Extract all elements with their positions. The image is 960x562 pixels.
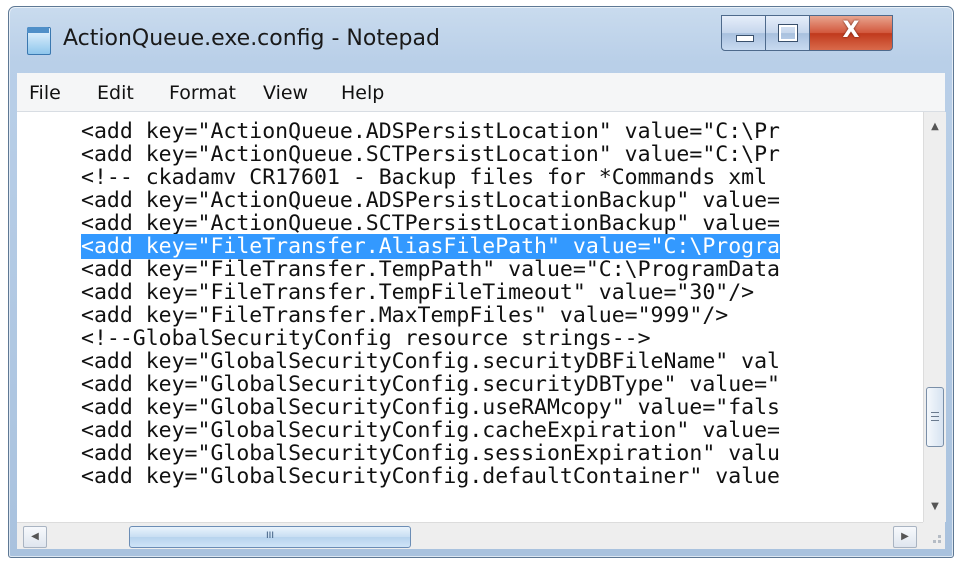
text-line: <add key="ActionQueue.SCTPersistLocation… bbox=[17, 143, 780, 166]
scroll-down-arrow-icon[interactable]: ▼ bbox=[924, 496, 946, 518]
title-bar[interactable]: ActionQueue.exe.config - Notepad X bbox=[9, 7, 953, 73]
menu-bar: File Edit Format View Help bbox=[17, 73, 945, 112]
grip-dot bbox=[938, 535, 941, 538]
minimize-button[interactable] bbox=[721, 15, 767, 51]
menu-view[interactable]: View bbox=[263, 82, 308, 104]
menu-edit[interactable]: Edit bbox=[97, 82, 134, 104]
scroll-left-arrow-icon[interactable]: ◀ bbox=[23, 526, 47, 548]
grip-dot bbox=[938, 540, 941, 543]
line-text: <!-- ckadamv CR17601 - Backup files for … bbox=[81, 165, 768, 190]
text-line: <add key="GlobalSecurityConfig.securityD… bbox=[17, 350, 780, 373]
line-text: <add key="ActionQueue.ADSPersistLocation… bbox=[81, 188, 780, 213]
text-line: <!-- ckadamv CR17601 - Backup files for … bbox=[17, 166, 767, 189]
horizontal-scrollbar[interactable]: ◀ III ▶ bbox=[17, 522, 923, 549]
line-text: <!--GlobalSecurityConfig resource string… bbox=[81, 326, 651, 351]
text-line: <add key="GlobalSecurityConfig.defaultCo… bbox=[17, 465, 780, 488]
scroll-up-arrow-icon[interactable]: ▲ bbox=[924, 116, 946, 138]
line-text: <add key="GlobalSecurityConfig.defaultCo… bbox=[81, 464, 780, 489]
resize-grip[interactable] bbox=[923, 522, 945, 549]
text-line: <add key="GlobalSecurityConfig.useRAMcop… bbox=[17, 396, 780, 419]
text-line: <add key="ActionQueue.SCTPersistLocation… bbox=[17, 212, 780, 235]
menu-format[interactable]: Format bbox=[169, 82, 236, 104]
grip-line bbox=[931, 416, 939, 417]
text-line: <add key="FileTransfer.TempPath" value="… bbox=[17, 258, 780, 281]
maximize-icon bbox=[778, 24, 798, 42]
text-line: <add key="FileTransfer.TempFileTimeout" … bbox=[17, 281, 754, 304]
line-text: <add key="GlobalSecurityConfig.cacheExpi… bbox=[81, 418, 780, 443]
menu-help[interactable]: Help bbox=[341, 82, 384, 104]
grip-dot bbox=[933, 540, 936, 543]
notepad-window: ActionQueue.exe.config - Notepad X File … bbox=[8, 6, 954, 558]
line-text: <add key="ActionQueue.ADSPersistLocation… bbox=[81, 119, 780, 144]
selected-line-text: <add key="FileTransfer.AliasFilePath" va… bbox=[81, 234, 780, 259]
selected-text-line: <add key="FileTransfer.AliasFilePath" va… bbox=[17, 234, 780, 259]
maximize-button[interactable] bbox=[765, 15, 811, 51]
line-text: <add key="FileTransfer.MaxTempFiles" val… bbox=[81, 303, 729, 328]
line-text: <add key="GlobalSecurityConfig.securityD… bbox=[81, 349, 780, 374]
text-line: <add key="GlobalSecurityConfig.cacheExpi… bbox=[17, 419, 780, 442]
close-icon: X bbox=[842, 18, 860, 43]
line-text: <add key="GlobalSecurityConfig.securityD… bbox=[81, 372, 780, 397]
line-text: <add key="ActionQueue.SCTPersistLocation… bbox=[81, 211, 780, 236]
line-text: <add key="GlobalSecurityConfig.useRAMcop… bbox=[81, 395, 780, 420]
window-title: ActionQueue.exe.config - Notepad bbox=[63, 26, 440, 51]
grip-line bbox=[931, 420, 939, 421]
line-text: <add key="FileTransfer.TempPath" value="… bbox=[81, 257, 780, 282]
vertical-scroll-thumb[interactable] bbox=[926, 387, 944, 447]
text-line: <!--GlobalSecurityConfig resource string… bbox=[17, 327, 651, 350]
grip-line bbox=[931, 412, 939, 413]
text-editor-area[interactable]: <add key="ActionQueue.ADSPersistLocation… bbox=[17, 112, 923, 522]
notepad-app-icon[interactable] bbox=[27, 27, 51, 55]
line-text: <add key="FileTransfer.TempFileTimeout" … bbox=[81, 280, 755, 305]
text-line: <add key="ActionQueue.ADSPersistLocation… bbox=[17, 120, 780, 143]
line-text: <add key="GlobalSecurityConfig.sessionEx… bbox=[81, 441, 780, 466]
minimize-icon bbox=[736, 35, 754, 42]
line-text: <add key="ActionQueue.SCTPersistLocation… bbox=[81, 142, 780, 167]
text-line: <add key="GlobalSecurityConfig.sessionEx… bbox=[17, 442, 780, 465]
menu-file[interactable]: File bbox=[29, 82, 61, 104]
close-button[interactable]: X bbox=[809, 15, 893, 51]
horizontal-scroll-thumb[interactable]: III bbox=[129, 526, 411, 548]
scroll-right-arrow-icon[interactable]: ▶ bbox=[893, 526, 917, 548]
thumb-grip-icon: III bbox=[266, 531, 274, 541]
vertical-scrollbar[interactable]: ▲ ▼ bbox=[923, 112, 946, 522]
text-line: <add key="ActionQueue.ADSPersistLocation… bbox=[17, 189, 780, 212]
text-line: <add key="FileTransfer.MaxTempFiles" val… bbox=[17, 304, 728, 327]
text-line: <add key="GlobalSecurityConfig.securityD… bbox=[17, 373, 780, 396]
